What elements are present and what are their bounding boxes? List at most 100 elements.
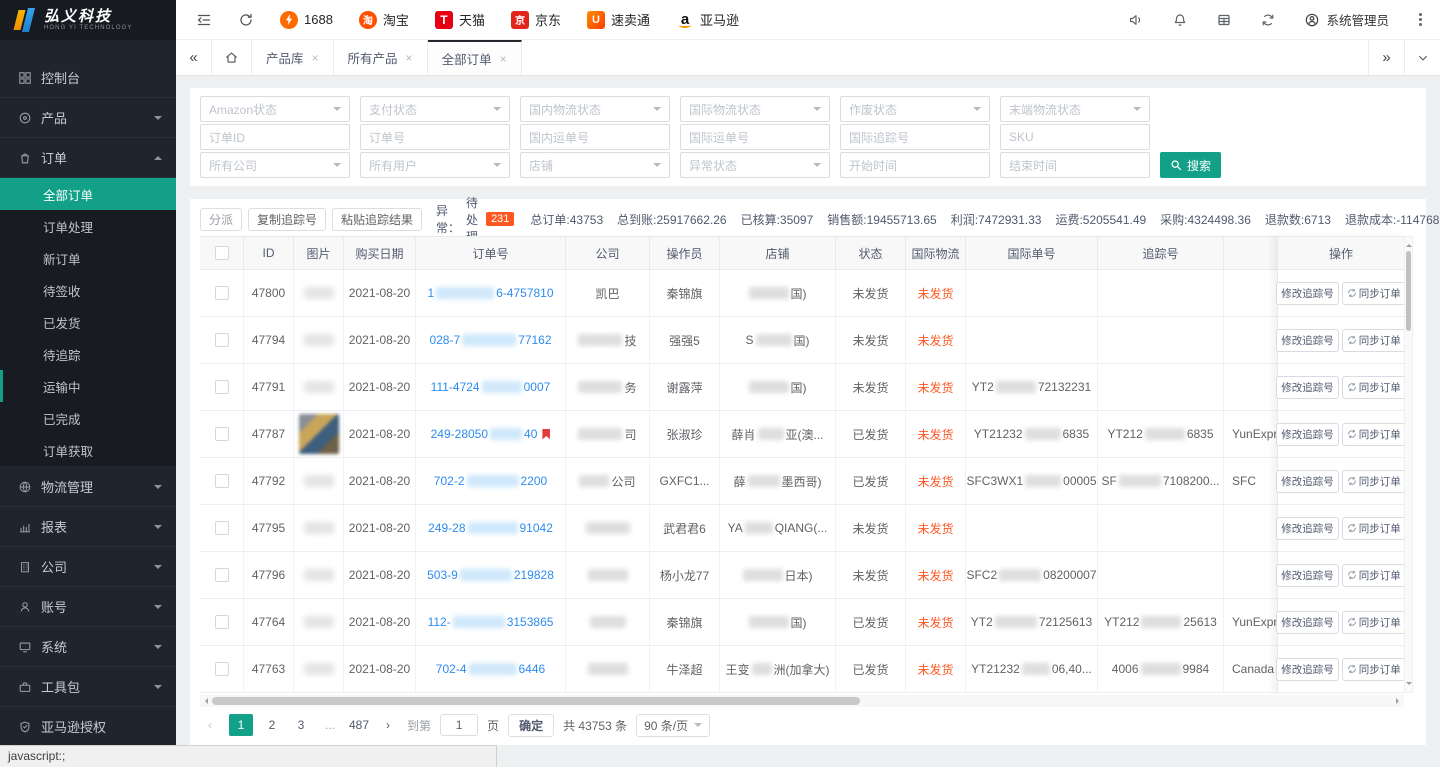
platform-link-tmall[interactable]: T 天猫 (435, 10, 485, 29)
filter-input[interactable]: 开始时间 (840, 152, 990, 178)
sync-order-button[interactable]: 同步订单 (1342, 376, 1406, 399)
edit-tracking-button[interactable]: 修改追踪号 (1276, 423, 1339, 446)
sync-order-button[interactable]: 同步订单 (1342, 564, 1406, 587)
edit-tracking-button[interactable]: 修改追踪号 (1276, 470, 1339, 493)
sync-order-button[interactable]: 同步订单 (1342, 282, 1406, 305)
edit-tracking-button[interactable]: 修改追踪号 (1276, 564, 1339, 587)
row-checkbox[interactable] (215, 427, 229, 441)
sidebar-item-products[interactable]: 产品 (0, 98, 176, 138)
sidebar-item-all-orders[interactable]: 全部订单 (0, 178, 176, 210)
select-all-checkbox[interactable] (215, 246, 229, 260)
page-number-input[interactable]: 1 (440, 714, 478, 736)
tab-all-products[interactable]: 所有产品 × (334, 40, 428, 75)
sync-order-button[interactable]: 同步订单 (1342, 658, 1406, 681)
filter-input[interactable]: 结束时间 (1000, 152, 1150, 178)
vertical-scrollbar[interactable] (1404, 236, 1413, 693)
filter-input[interactable]: 订单号 (360, 124, 510, 150)
row-checkbox[interactable] (215, 286, 229, 300)
sidebar-item-orders[interactable]: 订单 (0, 138, 176, 178)
edit-tracking-button[interactable]: 修改追踪号 (1276, 376, 1339, 399)
currency-exchange-icon[interactable] (1260, 12, 1276, 28)
filter-input[interactable]: 国际追踪号 (840, 124, 990, 150)
horizontal-scrollbar-thumb[interactable] (212, 697, 860, 705)
order-number-link[interactable]: 112-3153865 (416, 599, 566, 645)
sync-order-button[interactable]: 同步订单 (1342, 517, 1406, 540)
apps-grid-icon[interactable] (1216, 12, 1232, 28)
tab-product-library[interactable]: 产品库 × (252, 40, 334, 75)
page-size-select[interactable]: 90 条/页 (636, 714, 710, 737)
paste-tracking-result-button[interactable]: 粘贴追踪结果 (332, 208, 422, 231)
tabs-menu-icon[interactable] (1404, 40, 1440, 75)
order-number-link[interactable]: 16-4757810 (416, 270, 566, 316)
sidebar-item-completed[interactable]: 已完成 (0, 402, 176, 434)
order-number-link[interactable]: 249-2891042 (416, 505, 566, 551)
sidebar-item-new-orders[interactable]: 新订单 (0, 242, 176, 274)
filter-select[interactable]: 末端物流状态 (1000, 96, 1150, 122)
close-tab-icon[interactable]: × (312, 51, 319, 65)
scroll-left-icon[interactable] (202, 698, 208, 704)
confirm-page-button[interactable]: 确定 (508, 714, 554, 737)
tab-home[interactable] (212, 40, 252, 75)
sidebar-item-order-processing[interactable]: 订单处理 (0, 210, 176, 242)
page-button-487[interactable]: 487 (349, 714, 369, 736)
page-button-1[interactable]: 1 (229, 714, 253, 736)
filter-input[interactable]: 国内运单号 (520, 124, 670, 150)
filter-select[interactable]: 国内物流状态 (520, 96, 670, 122)
sync-order-button[interactable]: 同步订单 (1342, 329, 1406, 352)
sidebar-item-reports[interactable]: 报表 (0, 507, 176, 547)
prev-page-button[interactable]: ‹ (200, 714, 220, 736)
vertical-scrollbar-thumb[interactable] (1406, 251, 1411, 331)
edit-tracking-button[interactable]: 修改追踪号 (1276, 517, 1339, 540)
more-menu-icon[interactable] (1417, 11, 1424, 28)
row-checkbox[interactable] (215, 474, 229, 488)
filter-select[interactable]: 国际物流状态 (680, 96, 830, 122)
row-checkbox[interactable] (215, 568, 229, 582)
sidebar-item-system[interactable]: 系统 (0, 627, 176, 667)
row-checkbox[interactable] (215, 662, 229, 676)
sidebar-item-accounts[interactable]: 账号 (0, 587, 176, 627)
filter-select[interactable]: Amazon状态 (200, 96, 350, 122)
row-checkbox[interactable] (215, 615, 229, 629)
filter-input[interactable]: SKU (1000, 124, 1150, 150)
scroll-right-icon[interactable] (1396, 698, 1402, 704)
filter-select[interactable]: 所有用户 (360, 152, 510, 178)
tabs-scroll-right-icon[interactable]: » (1368, 40, 1404, 75)
sync-order-button[interactable]: 同步订单 (1342, 470, 1406, 493)
edit-tracking-button[interactable]: 修改追踪号 (1276, 282, 1339, 305)
close-tab-icon[interactable]: × (500, 52, 507, 66)
sidebar-item-in-transit[interactable]: 运输中 (0, 370, 176, 402)
filter-select[interactable]: 所有公司 (200, 152, 350, 178)
platform-link-1688[interactable]: 1688 (280, 11, 333, 29)
filter-select[interactable]: 异常状态 (680, 152, 830, 178)
scroll-up-icon[interactable] (1406, 241, 1412, 247)
order-number-link[interactable]: 702-46446 (416, 646, 566, 692)
order-number-link[interactable]: 503-9219828 (416, 552, 566, 598)
filter-select[interactable]: 店铺 (520, 152, 670, 178)
tabs-scroll-left-icon[interactable]: « (176, 40, 212, 75)
filter-select[interactable]: 支付状态 (360, 96, 510, 122)
row-checkbox[interactable] (215, 380, 229, 394)
row-checkbox[interactable] (215, 333, 229, 347)
bell-icon[interactable] (1172, 12, 1188, 28)
copy-tracking-button[interactable]: 复制追踪号 (248, 208, 326, 231)
edit-tracking-button[interactable]: 修改追踪号 (1276, 611, 1339, 634)
filter-input[interactable]: 订单ID (200, 124, 350, 150)
order-number-link[interactable]: 702-22200 (416, 458, 566, 504)
sidebar-item-to-track[interactable]: 待追踪 (0, 338, 176, 370)
tab-all-orders[interactable]: 全部订单 × (428, 40, 522, 75)
sidebar-item-shipped[interactable]: 已发货 (0, 306, 176, 338)
sync-order-button[interactable]: 同步订单 (1342, 611, 1406, 634)
edit-tracking-button[interactable]: 修改追踪号 (1276, 329, 1339, 352)
close-tab-icon[interactable]: × (406, 51, 413, 65)
filter-select[interactable]: 作废状态 (840, 96, 990, 122)
sidebar-item-order-fetch[interactable]: 订单获取 (0, 434, 176, 466)
sync-order-button[interactable]: 同步订单 (1342, 423, 1406, 446)
sidebar-item-awaiting-receipt[interactable]: 待签收 (0, 274, 176, 306)
platform-link-aliexpress[interactable]: U 速卖通 (587, 10, 650, 29)
filter-input[interactable]: 国际运单号 (680, 124, 830, 150)
order-number-link[interactable]: 111-47240007 (416, 364, 566, 410)
assign-button[interactable]: 分派 (200, 208, 242, 231)
edit-tracking-button[interactable]: 修改追踪号 (1276, 658, 1339, 681)
sidebar-item-company[interactable]: 公司 (0, 547, 176, 587)
announcement-icon[interactable] (1128, 12, 1144, 28)
